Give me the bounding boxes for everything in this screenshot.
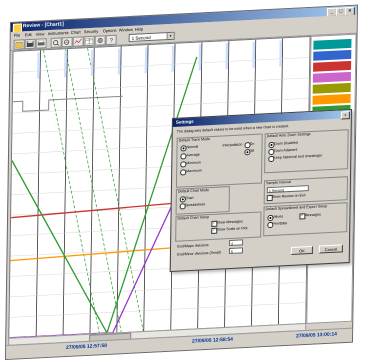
timestamp-end: 27/09/05 13:00:14	[296, 331, 337, 339]
gridlines-minor-input[interactable]: 5	[229, 247, 243, 254]
menu-view[interactable]: View	[36, 31, 45, 36]
grid-timestamp-marker	[37, 52, 40, 78]
help-icon: ?	[108, 37, 115, 43]
trend-tag[interactable]	[313, 94, 351, 105]
chart-button[interactable]	[73, 36, 84, 47]
folder-icon	[16, 41, 23, 47]
menu-options[interactable]: Options	[103, 28, 117, 34]
menu-window[interactable]: Window	[119, 27, 133, 33]
grid-line-horizontal	[13, 57, 309, 72]
print-button[interactable]	[36, 38, 47, 49]
menu-file[interactable]: File	[14, 32, 21, 37]
printer-icon	[38, 40, 45, 46]
export-messages-label: Messages	[304, 212, 320, 217]
cancel-button[interactable]: Cancel	[319, 244, 343, 253]
trace-average-radio[interactable]	[180, 153, 186, 159]
trend-tag-value	[315, 61, 349, 63]
trace-minimum-label: Minimum	[186, 161, 201, 166]
trace-average-label: Average	[186, 153, 199, 158]
gear-icon	[97, 37, 104, 43]
interpolation-on-label: On	[250, 142, 255, 146]
table-icon	[86, 38, 93, 44]
chevron-down-icon: ▼	[167, 33, 174, 39]
trend-tag-value	[315, 50, 349, 52]
trend-tag-value	[315, 39, 349, 41]
trend-tag-value	[315, 105, 349, 107]
grid-timestamp-marker	[225, 43, 228, 69]
gridlines-minor-label: Grid/Minor divisions (Small)	[177, 250, 221, 256]
grid-timestamp-marker	[64, 51, 67, 77]
trace-gray	[13, 96, 123, 112]
menu-chart[interactable]: Chart	[71, 29, 81, 34]
interpolation-off-label: Off	[249, 149, 254, 153]
zoom-out-icon	[64, 39, 71, 45]
export-pendate-label: Pen/Date	[272, 221, 287, 226]
save-button[interactable]	[25, 39, 36, 50]
open-button[interactable]	[14, 39, 25, 50]
zoom-out-button[interactable]	[62, 37, 73, 48]
trace-maximum-radio[interactable]	[180, 169, 186, 175]
timebase-value: 1 Second	[132, 35, 151, 41]
trace-normal-radio[interactable]	[180, 145, 186, 151]
trend-tag[interactable]	[313, 83, 351, 94]
settings-button[interactable]	[95, 35, 106, 46]
screenshot-stage: Review - [Chart1] _ □ × File Edit View I…	[0, 0, 384, 347]
table-button[interactable]	[84, 36, 95, 47]
grid-timestamp-marker	[198, 44, 201, 70]
export-values-label: Values	[272, 214, 283, 219]
grid-line-horizontal	[10, 282, 306, 297]
ok-button[interactable]: OK	[291, 246, 313, 255]
grid-line-horizontal	[10, 303, 306, 318]
trend-tag[interactable]	[313, 39, 351, 50]
grid-timestamp-marker	[145, 47, 148, 73]
grid-timestamp-marker	[91, 50, 94, 76]
disk-icon	[27, 41, 34, 47]
help-button[interactable]: ?	[106, 35, 117, 46]
trend-tag[interactable]	[313, 72, 351, 83]
mode-chart-label: Chart	[185, 196, 194, 200]
chart-icon	[75, 38, 82, 44]
grid-line-horizontal	[13, 98, 309, 113]
gridlines-label: Grid/Major divisions	[177, 243, 209, 249]
grid-timestamp-marker	[279, 40, 282, 66]
grid-line-horizontal	[13, 78, 309, 93]
trend-tag-value	[315, 94, 349, 96]
dialog-close-button[interactable]: ×	[341, 111, 350, 119]
timestamp-mid: 27/09/05 12:58:54	[192, 337, 233, 345]
menu-help[interactable]: Help	[135, 26, 143, 31]
settings-dialog: Settings × The dialog sets default value…	[170, 109, 352, 272]
timebase-select[interactable]: 1 Second ▼	[129, 32, 175, 42]
zoom-in-icon	[53, 40, 60, 46]
grid-timestamp-marker	[172, 46, 175, 72]
trend-tag-value	[315, 83, 349, 85]
trend-tag-value	[315, 72, 349, 74]
menu-security[interactable]: Security	[84, 29, 99, 35]
trace-minimum-radio[interactable]	[180, 161, 186, 167]
gridlines-input[interactable]: 4	[229, 239, 243, 246]
grid-timestamp-marker	[252, 42, 255, 68]
trend-tag[interactable]	[313, 61, 351, 72]
grid-timestamp-marker	[118, 48, 121, 74]
trend-tag[interactable]	[313, 50, 351, 61]
svg-text:?: ?	[110, 38, 114, 43]
menu-edit[interactable]: Edit	[25, 32, 32, 37]
trace-green-dashed	[83, 45, 147, 334]
zoom-in-button[interactable]	[51, 37, 62, 48]
trace-normal-label: Normal	[187, 145, 199, 150]
trace-maximum-label: Maximum	[186, 168, 202, 173]
